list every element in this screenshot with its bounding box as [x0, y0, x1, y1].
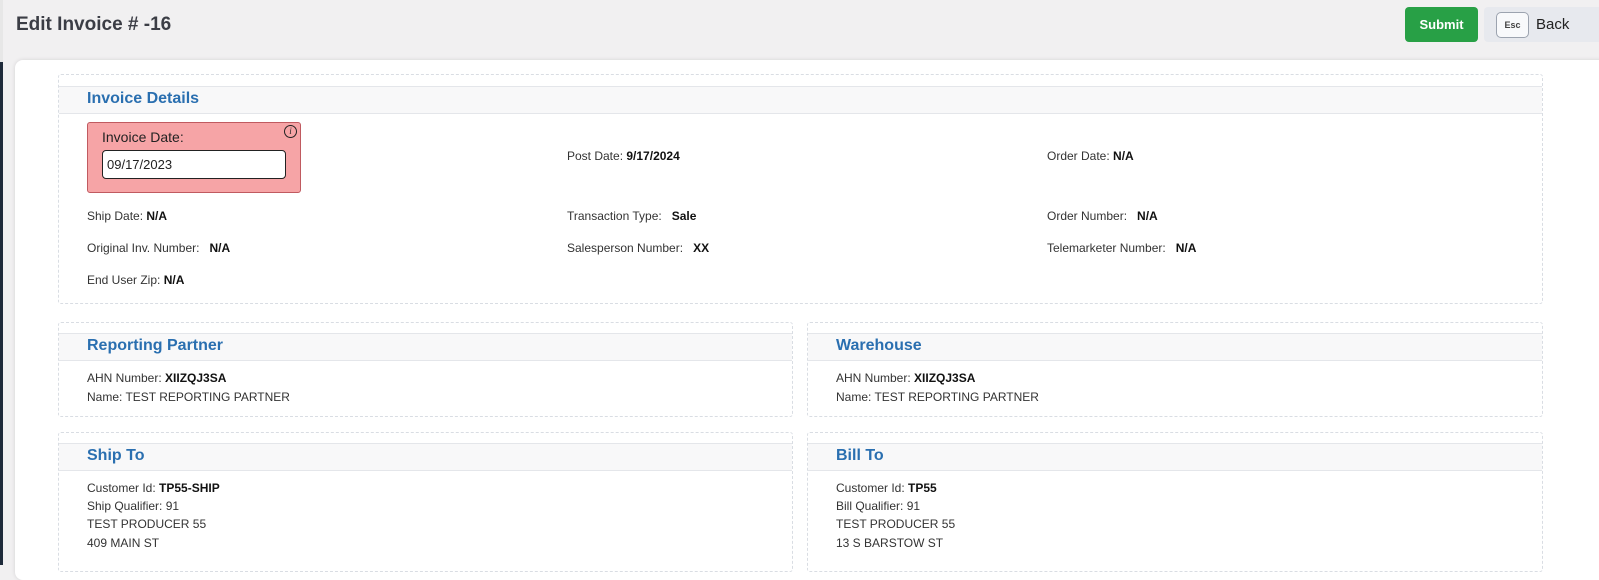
original-inv-number-label: Original Inv. Number:	[87, 241, 200, 255]
ahn-label: AHN Number:	[87, 371, 162, 385]
submit-button[interactable]: Submit	[1405, 7, 1478, 42]
section-title: Invoice Details	[87, 90, 200, 107]
invoice-details-section: Invoice Details Invoice Date: i Post Dat…	[58, 74, 1543, 304]
invoice-date-field: Invoice Date: i	[87, 122, 301, 193]
post-date-field: Post Date: 9/17/2024	[567, 149, 680, 163]
warehouse-section: Warehouse AHN Number: XIIZQJ3SA Name: TE…	[807, 322, 1543, 417]
order-number-field: Order Number: N/A	[1047, 209, 1158, 223]
customer-id-label: Customer Id:	[836, 481, 905, 495]
section-title: Reporting Partner	[87, 337, 224, 354]
section-title: Ship To	[87, 447, 145, 464]
warehouse-name: Name: TEST REPORTING PARTNER	[836, 390, 1039, 404]
order-number-value: N/A	[1137, 209, 1158, 223]
salesperson-number-label: Salesperson Number:	[567, 241, 684, 255]
esc-key-hint: Esc	[1496, 11, 1529, 38]
ahn-value: XIIZQJ3SA	[914, 371, 976, 385]
bill-qualifier: Bill Qualifier: 91	[836, 499, 920, 513]
ahn-label: AHN Number:	[836, 371, 911, 385]
name-value: TEST REPORTING PARTNER	[874, 390, 1039, 404]
qualifier-value: 91	[165, 499, 180, 513]
ship-to-address: 409 MAIN ST	[87, 536, 160, 550]
invoice-form-card: Invoice Details Invoice Date: i Post Dat…	[15, 60, 1599, 580]
section-header: Warehouse	[808, 333, 1542, 361]
telemarketer-number-field: Telemarketer Number: N/A	[1047, 241, 1196, 255]
bill-to-customer-id: Customer Id: TP55	[836, 481, 937, 495]
ahn-value: XIIZQJ3SA	[165, 371, 227, 385]
telemarketer-number-label: Telemarketer Number:	[1047, 241, 1166, 255]
reporting-partner-name: Name: TEST REPORTING PARTNER	[87, 390, 290, 404]
name-label: Name:	[836, 390, 872, 404]
transaction-type-field: Transaction Type: Sale	[567, 209, 696, 223]
name-label: Name:	[87, 390, 123, 404]
bill-to-name: TEST PRODUCER 55	[836, 517, 956, 531]
order-date-field: Order Date: N/A	[1047, 149, 1134, 163]
salesperson-number-field: Salesperson Number: XX	[567, 241, 709, 255]
reporting-partner-section: Reporting Partner AHN Number: XIIZQJ3SA …	[58, 322, 793, 417]
section-header: Ship To	[59, 443, 792, 471]
telemarketer-number-value: N/A	[1175, 241, 1197, 255]
qualifier-label: Bill Qualifier:	[836, 499, 904, 513]
end-user-zip-field: End User Zip: N/A	[87, 273, 184, 287]
ship-qualifier: Ship Qualifier: 91	[87, 499, 179, 513]
transaction-type-value: Sale	[671, 209, 697, 223]
post-date-label: Post Date:	[567, 149, 624, 163]
order-date-label: Order Date:	[1047, 149, 1110, 163]
invoice-date-input[interactable]	[102, 150, 286, 179]
section-header: Bill To	[808, 443, 1542, 471]
ship-date-field: Ship Date: N/A	[87, 209, 167, 223]
invoice-date-label: Invoice Date:	[102, 129, 184, 145]
end-user-zip-value: N/A	[163, 273, 185, 287]
customer-id-value: TP55	[908, 481, 937, 495]
ship-date-value: N/A	[146, 209, 168, 223]
page-title: Edit Invoice # -16	[16, 14, 172, 35]
customer-id-value: TP55-SHIP	[159, 481, 220, 495]
section-title: Warehouse	[836, 337, 922, 354]
order-date-value: N/A	[1113, 149, 1134, 163]
back-button[interactable]: Esc Back	[1484, 7, 1599, 42]
qualifier-label: Ship Qualifier:	[87, 499, 163, 513]
info-icon[interactable]: i	[284, 125, 297, 138]
original-inv-number-value: N/A	[209, 241, 231, 255]
customer-id-label: Customer Id:	[87, 481, 156, 495]
end-user-zip-label: End User Zip:	[87, 273, 161, 287]
name-value: TEST REPORTING PARTNER	[125, 390, 290, 404]
left-nav-edge	[0, 0, 3, 565]
order-number-label: Order Number:	[1047, 209, 1128, 223]
ship-to-section: Ship To Customer Id: TP55-SHIP Ship Qual…	[58, 432, 793, 572]
ship-to-customer-id: Customer Id: TP55-SHIP	[87, 481, 220, 495]
section-header: Reporting Partner	[59, 333, 792, 361]
back-label: Back	[1536, 16, 1570, 33]
salesperson-number-value: XX	[693, 241, 710, 255]
ship-date-label: Ship Date:	[87, 209, 144, 223]
section-title: Bill To	[836, 447, 884, 464]
bill-to-address: 13 S BARSTOW ST	[836, 536, 944, 550]
ship-to-name: TEST PRODUCER 55	[87, 517, 207, 531]
transaction-type-label: Transaction Type:	[567, 209, 662, 223]
section-header: Invoice Details	[59, 86, 1542, 114]
qualifier-value: 91	[906, 499, 921, 513]
original-inv-number-field: Original Inv. Number: N/A	[87, 241, 230, 255]
warehouse-ahn: AHN Number: XIIZQJ3SA	[836, 371, 975, 385]
reporting-partner-ahn: AHN Number: XIIZQJ3SA	[87, 371, 226, 385]
post-date-value: 9/17/2024	[626, 149, 680, 163]
bill-to-section: Bill To Customer Id: TP55 Bill Qualifier…	[807, 432, 1543, 572]
